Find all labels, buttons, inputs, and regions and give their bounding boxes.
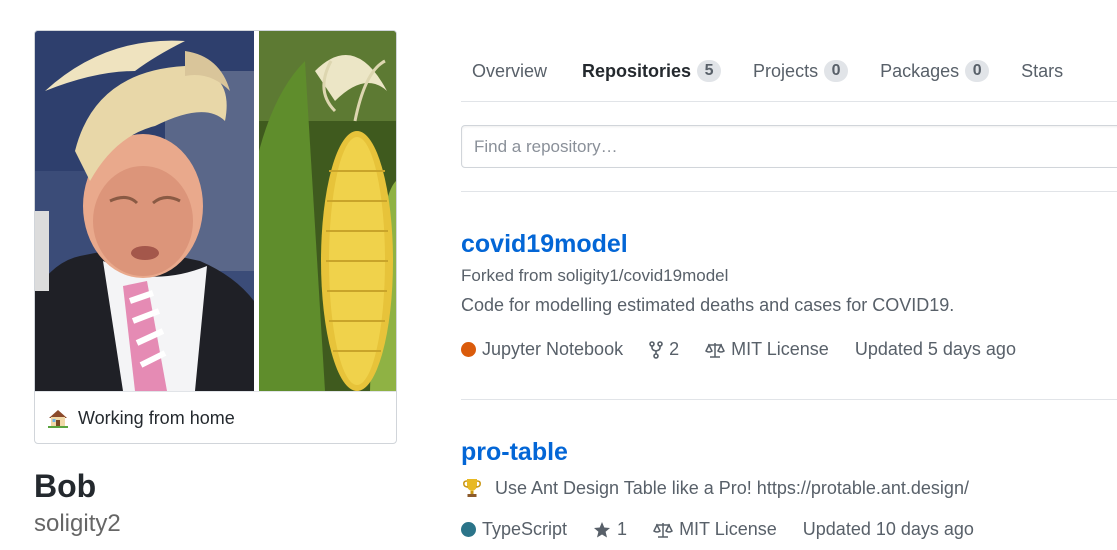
repo-license: MIT License — [705, 339, 829, 360]
user-status[interactable]: Working from home — [35, 391, 396, 443]
tab-label: Projects — [753, 60, 819, 81]
license-name: MIT License — [731, 339, 829, 359]
repo-meta: TypeScript 1 MIT License Updated 10 days… — [461, 519, 1117, 540]
repo-updated: Updated 5 days ago — [854, 339, 1016, 359]
profile-login: soligity2 — [34, 510, 121, 537]
forked-from-text[interactable]: Forked from soligity1/covid19model — [461, 266, 728, 285]
repo-description: Use Ant Design Table like a Pro! https:/… — [461, 476, 1117, 500]
language-color-dot — [461, 522, 476, 537]
divider — [461, 191, 1117, 192]
forks-count: 2 — [669, 339, 680, 359]
description-text: Use Ant Design Table like a Pro! https:/… — [495, 478, 969, 498]
repositories-count-badge: 5 — [697, 60, 722, 82]
profile-name: Bob — [34, 468, 97, 504]
profile-tabs: Overview Repositories 5 Projects 0 Packa… — [461, 40, 1117, 102]
projects-count-badge: 0 — [824, 60, 849, 82]
repo-list-item: pro-table Use Ant Design Table like a Pr… — [461, 436, 1117, 540]
house-emoji-icon — [47, 407, 69, 429]
star-icon — [593, 521, 611, 539]
repo-meta: Jupyter Notebook 2 MIT License Updated 5… — [461, 339, 1117, 360]
repo-updated: Updated 10 days ago — [802, 519, 974, 539]
tab-label: Packages — [880, 60, 960, 81]
divider — [461, 399, 1117, 400]
stars-count: 1 — [617, 519, 628, 539]
law-scale-icon — [653, 521, 674, 539]
repo-description: Code for modelling estimated deaths and … — [461, 295, 955, 315]
avatar[interactable] — [35, 31, 396, 391]
tab-stars[interactable]: Stars — [1010, 40, 1074, 101]
repository-search-input[interactable] — [461, 125, 1117, 168]
repo-name-link[interactable]: covid19model — [461, 228, 628, 260]
avatar-card: Working from home — [34, 30, 397, 444]
packages-count-badge: 0 — [965, 60, 990, 82]
repo-language: TypeScript — [461, 519, 567, 540]
fork-icon — [649, 340, 663, 359]
repo-license: MIT License — [653, 519, 777, 540]
tab-packages[interactable]: Packages 0 — [869, 40, 1000, 101]
law-scale-icon — [705, 341, 726, 359]
tab-label: Repositories — [582, 60, 692, 81]
repo-language: Jupyter Notebook — [461, 339, 623, 360]
repo-forks[interactable]: 2 — [649, 339, 679, 360]
repo-forked-from: Forked from soligity1/covid19model — [461, 265, 1117, 287]
repo-list-item: covid19model Forked from soligity1/covid… — [461, 228, 1117, 360]
tab-label: Stars — [1021, 60, 1064, 81]
repo-stars[interactable]: 1 — [593, 519, 627, 540]
language-color-dot — [461, 342, 476, 357]
user-status-text: Working from home — [78, 407, 235, 428]
language-name: Jupyter Notebook — [482, 339, 624, 359]
trophy-emoji-icon — [461, 477, 483, 499]
tab-projects[interactable]: Projects 0 — [742, 40, 859, 101]
repo-name-link[interactable]: pro-table — [461, 436, 568, 468]
tab-label: Overview — [472, 60, 548, 81]
tab-overview[interactable]: Overview — [461, 40, 558, 101]
tab-repositories[interactable]: Repositories 5 — [571, 40, 732, 101]
license-name: MIT License — [679, 519, 777, 539]
language-name: TypeScript — [482, 519, 568, 539]
